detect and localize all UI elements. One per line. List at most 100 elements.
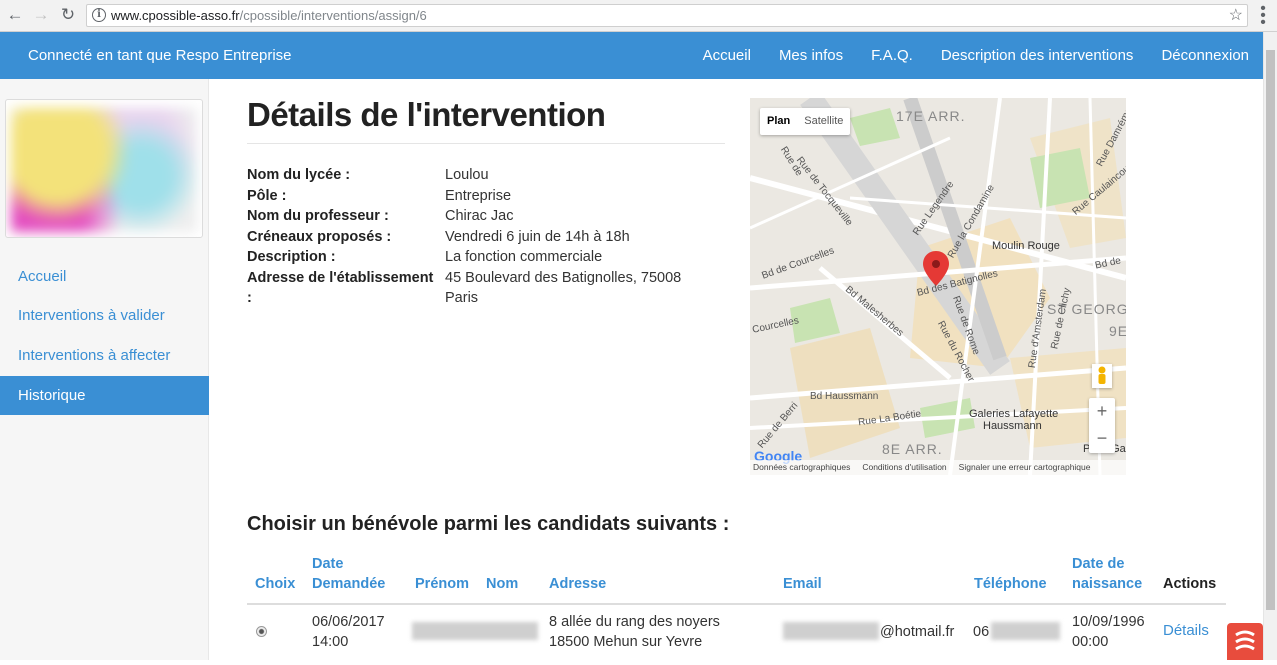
sidebar-item-interventions-a-affecter[interactable]: Interventions à affecter <box>0 336 209 375</box>
column-header-naissance-line1[interactable]: Date de <box>1072 554 1124 575</box>
map-type-control[interactable]: Plan Satellite <box>760 108 851 135</box>
title-divider <box>247 143 725 144</box>
column-header-naissance-line2[interactable]: naissance <box>1072 574 1142 595</box>
top-nav-links: Accueil Mes infos F.A.Q. Description des… <box>703 47 1249 64</box>
map-label-17e-arr: 17E ARR. <box>896 108 966 124</box>
nav-link-faq[interactable]: F.A.Q. <box>871 47 913 64</box>
column-header-date-line1[interactable]: Date <box>312 554 343 575</box>
bookmark-star-icon[interactable]: ☆ <box>1229 5 1243 25</box>
address-bar[interactable]: i www.cpossible-asso.fr/cpossible/interv… <box>86 4 1248 27</box>
detail-label: Pôle : <box>247 187 287 204</box>
column-header-telephone[interactable]: Téléphone <box>974 574 1047 595</box>
nav-link-mes-infos[interactable]: Mes infos <box>779 47 843 64</box>
map-label-moulin-rouge: Moulin Rouge <box>992 240 1060 252</box>
cell-date-line2: 14:00 <box>312 634 349 650</box>
sidebar: Accueil Interventions à valider Interven… <box>0 79 209 660</box>
detail-value: La fonction commerciale <box>445 249 603 265</box>
sidebar-item-historique[interactable]: Historique <box>0 376 209 415</box>
top-navbar: Connecté en tant que Respo Entreprise Ac… <box>0 32 1263 79</box>
url-text[interactable]: www.cpossible-asso.fr/cpossible/interven… <box>111 8 427 23</box>
detail-label: Description : <box>247 249 336 265</box>
detail-row-lycee: Nom du lycée : Loulou <box>247 165 717 186</box>
avatar-image <box>11 108 197 232</box>
map-terms-link[interactable]: Conditions d'utilisation <box>862 460 946 475</box>
page-title: Détails de l'intervention <box>247 96 606 133</box>
detail-value: 45 Boulevard des Batignolles, 75008 Paris <box>445 268 717 309</box>
detail-row-adresse: Adresse de l'établissement: 45 Boulevard… <box>247 268 717 309</box>
zoom-out-button[interactable]: − <box>1089 425 1115 452</box>
redacted-name <box>412 622 538 640</box>
nav-link-accueil[interactable]: Accueil <box>703 47 751 64</box>
detail-value-line1: 45 Boulevard des Batignolles, 75008 <box>445 269 682 286</box>
detail-row-professeur: Nom du professeur : Chirac Jac <box>247 206 717 227</box>
detail-row-description: Description : La fonction commerciale <box>247 247 717 268</box>
column-header-choix[interactable]: Choix <box>255 574 295 595</box>
map-footer: Données cartographiques Conditions d'uti… <box>750 460 1126 475</box>
map-type-satellite[interactable]: Satellite <box>797 108 850 135</box>
map-label-9e: 9E <box>1109 323 1126 339</box>
map-data-credit[interactable]: Données cartographiques <box>753 460 850 475</box>
map-report-error-link[interactable]: Signaler une erreur cartographique <box>959 460 1091 475</box>
zoom-in-button[interactable]: + <box>1089 398 1115 425</box>
sidebar-item-interventions-a-valider[interactable]: Interventions à valider <box>0 296 209 335</box>
candidates-title: Choisir un bénévole parmi les candidats … <box>247 513 730 535</box>
detail-label-line1: Adresse de l'établissement <box>247 269 434 286</box>
details-link[interactable]: Détails <box>1163 622 1209 639</box>
url-host: www.cpossible-asso.fr <box>111 8 240 23</box>
cell-phone-prefix: 06 <box>973 624 990 640</box>
cell-birth-line2: 00:00 <box>1072 634 1109 650</box>
forward-arrow-icon[interactable]: → <box>30 4 52 26</box>
detail-value-line2: Paris <box>445 290 479 306</box>
map-type-plan[interactable]: Plan <box>760 108 797 135</box>
detail-label: Nom du professeur : <box>247 208 389 224</box>
table-header-divider <box>247 603 1226 605</box>
site-info-icon[interactable]: i <box>92 8 106 22</box>
url-path: /cpossible/interventions/assign/6 <box>239 8 427 23</box>
chat-logo-icon <box>1235 630 1255 651</box>
column-header-nom[interactable]: Nom <box>486 574 518 595</box>
map-zoom-control: + − <box>1089 398 1115 453</box>
choose-candidate-radio[interactable] <box>256 626 267 637</box>
detail-label: Nom du lycée : <box>247 167 351 183</box>
browser-menu-icon[interactable]: • • • <box>1256 1 1270 31</box>
cell-address-line1: 8 allée du rang des noyers <box>549 614 720 630</box>
column-header-adresse[interactable]: Adresse <box>549 574 606 595</box>
browser-toolbar: ← → ↻ i www.cpossible-asso.fr/cpossible/… <box>0 0 1277 32</box>
map-label-bd-haussmann: Bd Haussmann <box>810 391 879 402</box>
support-widget-button[interactable] <box>1227 623 1263 660</box>
map-label-8e-arr: 8E ARR. <box>882 441 943 457</box>
sidebar-item-accueil[interactable]: Accueil <box>0 257 209 296</box>
column-header-actions: Actions <box>1163 576 1217 592</box>
logged-in-label: Connecté en tant que Respo Entreprise <box>28 47 292 64</box>
reload-icon[interactable]: ↻ <box>57 4 79 26</box>
back-arrow-icon[interactable]: ← <box>4 4 26 26</box>
intervention-details: Nom du lycée : Loulou Pôle : Entreprise … <box>247 165 717 309</box>
detail-value: Vendredi 6 juin de 14h à 18h <box>445 228 630 245</box>
page-scrollbar[interactable] <box>1263 32 1277 660</box>
cell-birth-line1: 10/09/1996 <box>1072 614 1145 630</box>
column-header-prenom[interactable]: Prénom <box>415 574 469 595</box>
detail-value: Loulou <box>445 167 489 183</box>
avatar <box>5 99 203 238</box>
cell-address-line2: 18500 Mehun sur Yevre <box>549 634 703 650</box>
detail-row-pole: Pôle : Entreprise <box>247 186 717 207</box>
map-label-galeries-lafayette: Galeries Lafayette <box>969 408 1059 420</box>
detail-value: Entreprise <box>445 187 512 204</box>
street-view-pegman-icon[interactable] <box>1092 364 1112 388</box>
detail-label: Adresse de l'établissement: <box>247 268 443 309</box>
detail-row-creneaux: Créneaux proposés : Vendredi 6 juin de 1… <box>247 227 717 248</box>
detail-value: Chirac Jac <box>445 208 514 224</box>
cell-date-line1: 06/06/2017 <box>312 614 385 630</box>
detail-label-line2: : <box>247 290 252 306</box>
column-header-date-line2[interactable]: Demandée <box>312 574 385 595</box>
map-label-haussmann: Haussmann <box>983 420 1042 432</box>
google-map[interactable]: Plan Satellite 17E ARR. 8E ARR. ST GEORG… <box>750 98 1126 475</box>
detail-label: Créneaux proposés : <box>247 228 392 245</box>
nav-link-deconnexion[interactable]: Déconnexion <box>1161 47 1249 64</box>
column-header-email[interactable]: Email <box>783 574 822 595</box>
redacted-phone <box>991 622 1060 640</box>
nav-link-description-interventions[interactable]: Description des interventions <box>941 47 1134 64</box>
scrollbar-thumb[interactable] <box>1266 50 1275 610</box>
cell-email-suffix: @hotmail.fr <box>880 624 955 640</box>
redacted-email <box>783 622 879 640</box>
